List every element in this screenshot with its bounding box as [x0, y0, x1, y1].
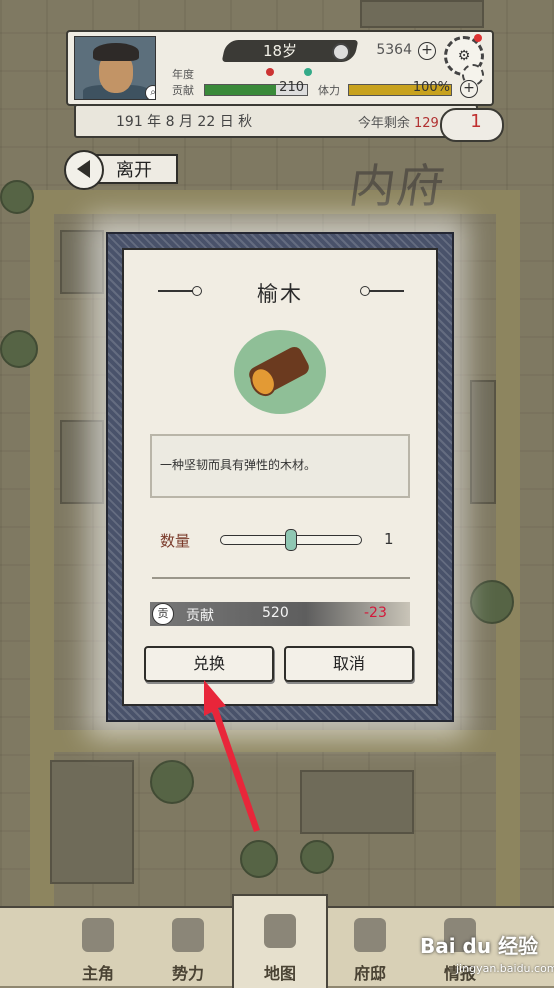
mansion-icon — [354, 918, 386, 952]
days-remaining: 今年剩余 129 天 — [326, 112, 456, 131]
magnifier-icon[interactable]: ⌕ — [145, 85, 155, 99]
nav-faction[interactable]: 势力 — [142, 908, 234, 986]
nav-label: 府邸 — [353, 964, 386, 983]
notification-dot — [474, 34, 482, 42]
nav-mansion[interactable]: 府邸 — [324, 908, 416, 986]
item-name: 榆木 — [257, 282, 303, 306]
item-description-box: 一种坚韧而具有弹性的木材。 — [150, 434, 410, 498]
age-label: 18岁 — [262, 42, 298, 60]
watermark-url: jingyan.baidu.com — [456, 962, 554, 975]
money-value: 5364 — [376, 42, 412, 58]
exchange-dialog: 榆木 一种坚韧而具有弹性的木材。 数量 1 贡 贡献 520 -23 兑换 取消 — [106, 232, 454, 722]
avatar[interactable]: ⌕ — [74, 36, 156, 100]
nav-label: 地图 — [263, 964, 296, 983]
red-pointer-arrow-icon — [204, 680, 260, 832]
dialog-panel: 榆木 一种坚韧而具有弹性的木材。 数量 1 贡 贡献 520 -23 兑换 取消 — [122, 248, 438, 706]
title-ornament-right-icon — [360, 286, 404, 296]
current-date: 191 年 8 月 22 日 秋 — [116, 114, 253, 130]
stamina-value: 100% — [412, 80, 450, 95]
quantity-slider[interactable] — [220, 529, 362, 551]
contribution-cost-bar: 贡 贡献 520 -23 — [150, 602, 410, 626]
contribution-value: 210 — [279, 80, 304, 95]
nav-label: 势力 — [171, 964, 204, 983]
nav-protagonist[interactable]: 主角 — [52, 908, 144, 986]
leaf-icon — [304, 68, 312, 76]
remain-label: 今年剩余 — [357, 116, 410, 131]
slider-handle[interactable] — [285, 529, 297, 551]
stamina-label: 体力 — [318, 84, 340, 97]
nav-label: 主角 — [81, 964, 114, 983]
year-label: 年度 — [172, 68, 194, 81]
back-arrow-icon[interactable] — [64, 150, 104, 190]
location-title: 内府 — [345, 159, 450, 213]
leave-label: 离开 — [116, 160, 152, 181]
map-icon — [264, 914, 296, 948]
contribution-label: 贡献 — [172, 84, 194, 97]
flag-icon — [172, 918, 204, 952]
item-description: 一种坚韧而具有弹性的木材。 — [160, 458, 317, 472]
quantity-label: 数量 — [160, 532, 191, 550]
quantity-value: 1 — [384, 530, 394, 548]
cloud-badge-number: 1 — [470, 111, 482, 132]
remain-days: 129 — [414, 116, 439, 131]
nav-map[interactable]: 地图 — [232, 894, 328, 988]
contribution-seal-icon: 贡 — [152, 603, 174, 625]
rose-icon — [266, 68, 274, 76]
leave-button[interactable]: 离开 — [64, 150, 178, 190]
current-contribution: 520 — [262, 605, 289, 621]
cancel-button[interactable]: 取消 — [284, 646, 414, 682]
add-money-button[interactable]: + — [418, 42, 436, 60]
divider — [152, 577, 410, 579]
watermark-brand: Bai du 经验 — [420, 934, 539, 958]
player-status-panel: ⌕ 18岁 5364 + ⚙ 年度 贡献 210 体力 100% + — [66, 30, 494, 106]
cost-amount: -23 — [364, 605, 387, 621]
add-stamina-button[interactable]: + — [460, 80, 478, 98]
date-bar: 191 年 8 月 22 日 秋 今年剩余 129 天 — [74, 104, 478, 138]
helmet-icon — [82, 918, 114, 952]
coin-icon — [332, 43, 350, 61]
cost-label: 贡献 — [186, 608, 214, 624]
